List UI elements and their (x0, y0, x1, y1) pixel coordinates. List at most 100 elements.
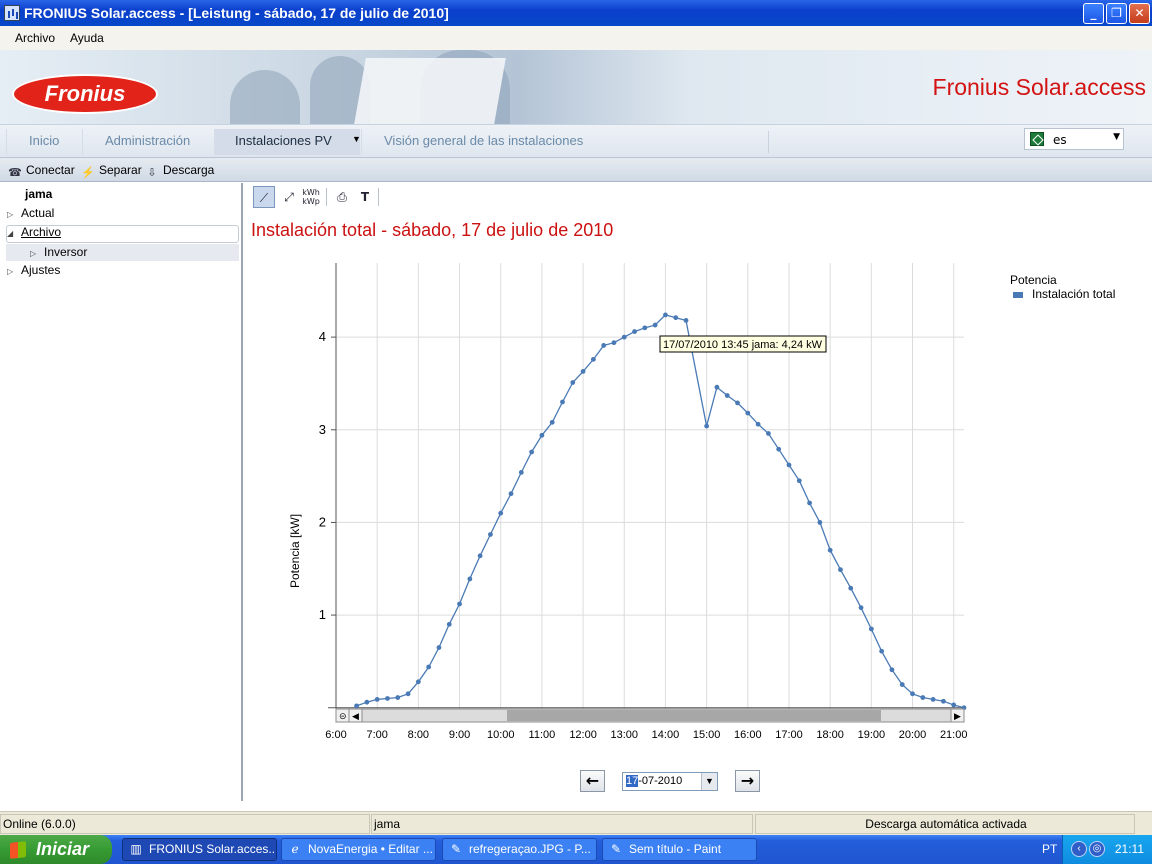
tab-vision-general[interactable]: Visión general de las instalaciones (361, 129, 603, 155)
start-button[interactable]: Iniciar (0, 835, 112, 864)
power-chart: 6:00 7:00 8:00 9:00 10:00 11:00 12:00 13:00 14:0… (288, 263, 1115, 741)
chart-axes (328, 263, 964, 721)
connection-toolbar: ☎ Conectar ⚡ Separar ⇩ Descarga (0, 158, 1152, 182)
x-tick-label: 7:00 (366, 729, 387, 741)
tree-item-actual[interactable]: ▷ Actual (7, 206, 54, 220)
title-bar[interactable]: FRONIUS Solar.access - [Leistung - sábad… (0, 0, 1152, 26)
legend-swatch (1013, 292, 1023, 298)
start-label: Iniciar (36, 839, 90, 859)
data-point (395, 695, 401, 700)
tab-inicio[interactable]: Inicio (6, 129, 82, 155)
minimize-button[interactable]: _ (1083, 3, 1104, 24)
chevron-right-icon[interactable]: ▶ (954, 711, 961, 721)
next-day-button[interactable]: → (735, 770, 760, 792)
disconnect-label: Separar (99, 163, 142, 177)
chevron-down-icon[interactable]: ▼ (701, 773, 717, 790)
x-tick-label: 9:00 (449, 729, 470, 741)
taskbar-button-paint[interactable]: ✎ Sem título - Paint (602, 838, 757, 861)
taskbar-button-fronius[interactable]: ▥ FRONIUS Solar.acces... (122, 838, 277, 861)
taskbar-button-ie[interactable]: ℯ NovaEnergia • Editar ... (281, 838, 436, 861)
expand-triangle-icon[interactable]: ▷ (7, 267, 21, 276)
data-point (714, 384, 720, 390)
data-point (889, 667, 895, 673)
kwp-label: kWp (302, 197, 320, 206)
data-point (477, 553, 483, 559)
date-select[interactable]: 17-07-2010 ▼ (622, 772, 718, 791)
tree-item-inversor[interactable]: ▷ Inversor (30, 245, 87, 259)
data-point (838, 567, 843, 573)
fronius-logo: Fronius (12, 74, 158, 114)
download-icon: ⇩ (147, 167, 157, 179)
taskbar-button-paint-jpg[interactable]: ✎ refregeraçao.JPG - P... (442, 838, 597, 861)
maximize-button[interactable]: ❐ (1106, 3, 1127, 24)
data-point (807, 500, 812, 506)
tree-item-label: Archivo (21, 225, 62, 239)
kwh-label: kWh (302, 188, 320, 197)
expand-triangle-icon[interactable]: ▷ (7, 210, 21, 219)
previous-day-button[interactable]: ← (580, 770, 605, 792)
excel-flag-icon (1030, 132, 1044, 146)
expand-icon[interactable]: ⤢ (278, 186, 300, 208)
line-chart-tool-icon[interactable]: ⟋ (253, 186, 275, 208)
printer-icon[interactable]: ⎙ (331, 186, 353, 208)
tree-item-label: Actual (21, 206, 55, 220)
tray-expand-icon[interactable]: ‹ (1071, 841, 1087, 857)
connect-button[interactable]: ☎ Conectar (8, 163, 75, 180)
window-title: FRONIUS Solar.access - [Leistung - sábad… (24, 5, 449, 21)
data-point (786, 462, 792, 468)
chart-legend: Potencia Instalación total (1010, 273, 1115, 301)
data-point (570, 380, 576, 385)
menu-ayuda[interactable]: Ayuda (70, 31, 104, 45)
application-window: FRONIUS Solar.access - [Leistung - sábad… (0, 0, 1152, 864)
date-navigator: ← 17-07-2010 ▼ → (580, 770, 820, 794)
data-point (374, 696, 380, 702)
data-point (518, 469, 524, 475)
data-point (539, 432, 545, 438)
app-chart-icon (4, 5, 20, 21)
text-tool-button[interactable]: T (354, 186, 376, 208)
tab-administracion[interactable]: Administración (82, 129, 214, 155)
input-language[interactable]: PT (1042, 842, 1057, 856)
data-point (704, 423, 710, 429)
data-point (498, 510, 504, 516)
data-tooltip: 17/07/2010 13:45 jama: 4,24 kW (659, 335, 827, 353)
tab-instalaciones-pv[interactable]: Instalaciones PV (214, 129, 360, 155)
data-point (879, 648, 885, 654)
x-tick-label: 14:00 (652, 729, 680, 741)
kwh-kwp-toggle[interactable]: kWh kWp (300, 186, 322, 208)
clock: 21:11 (1114, 842, 1144, 856)
menu-archivo[interactable]: Archivo (15, 31, 55, 45)
data-point (385, 696, 390, 701)
disconnect-button[interactable]: ⚡ Separar (81, 163, 142, 180)
data-point (632, 329, 637, 334)
chevron-left-icon[interactable]: ◀ (352, 711, 359, 721)
chart-scrollbar[interactable]: ⊝ ◀ ▶ (335, 708, 965, 723)
phone-icon: ☎ (8, 167, 22, 179)
data-point (611, 340, 617, 346)
data-point (858, 605, 864, 611)
date-day-selection: 17 (626, 775, 639, 787)
paint-icon: ✎ (610, 842, 622, 856)
tooltip-text: 17/07/2010 13:45 jama: 4,24 kW (663, 339, 823, 351)
zoom-reset-icon[interactable]: ⊝ (339, 711, 347, 721)
taskbar-label: NovaEnergia • Editar ... (308, 842, 433, 856)
data-point (446, 621, 452, 627)
tree-item-ajustes[interactable]: ▷ Ajustes (7, 263, 60, 277)
chevron-down-icon[interactable]: ▼ (352, 134, 361, 144)
scrollbar-thumb[interactable] (507, 710, 881, 721)
collapse-triangle-icon[interactable]: ◢ (7, 229, 21, 238)
data-point (488, 532, 493, 537)
close-button[interactable]: ✕ (1129, 3, 1150, 24)
tree-item-archivo[interactable]: ◢ Archivo (7, 225, 61, 239)
expand-triangle-icon[interactable]: ▷ (30, 249, 44, 258)
download-button[interactable]: ⇩ Descarga (145, 163, 214, 180)
network-tray-icon[interactable]: ◎ (1089, 841, 1105, 857)
chevron-down-icon[interactable]: ▼ (1113, 132, 1120, 142)
data-point (436, 645, 442, 650)
tree-root-label[interactable]: jama (25, 187, 52, 201)
x-tick-label: 11:00 (529, 729, 556, 741)
tree-item-label: Inversor (44, 245, 88, 259)
download-label: Descarga (163, 163, 215, 177)
language-value: es (1053, 133, 1067, 147)
language-select[interactable]: es ▼ (1024, 128, 1124, 150)
